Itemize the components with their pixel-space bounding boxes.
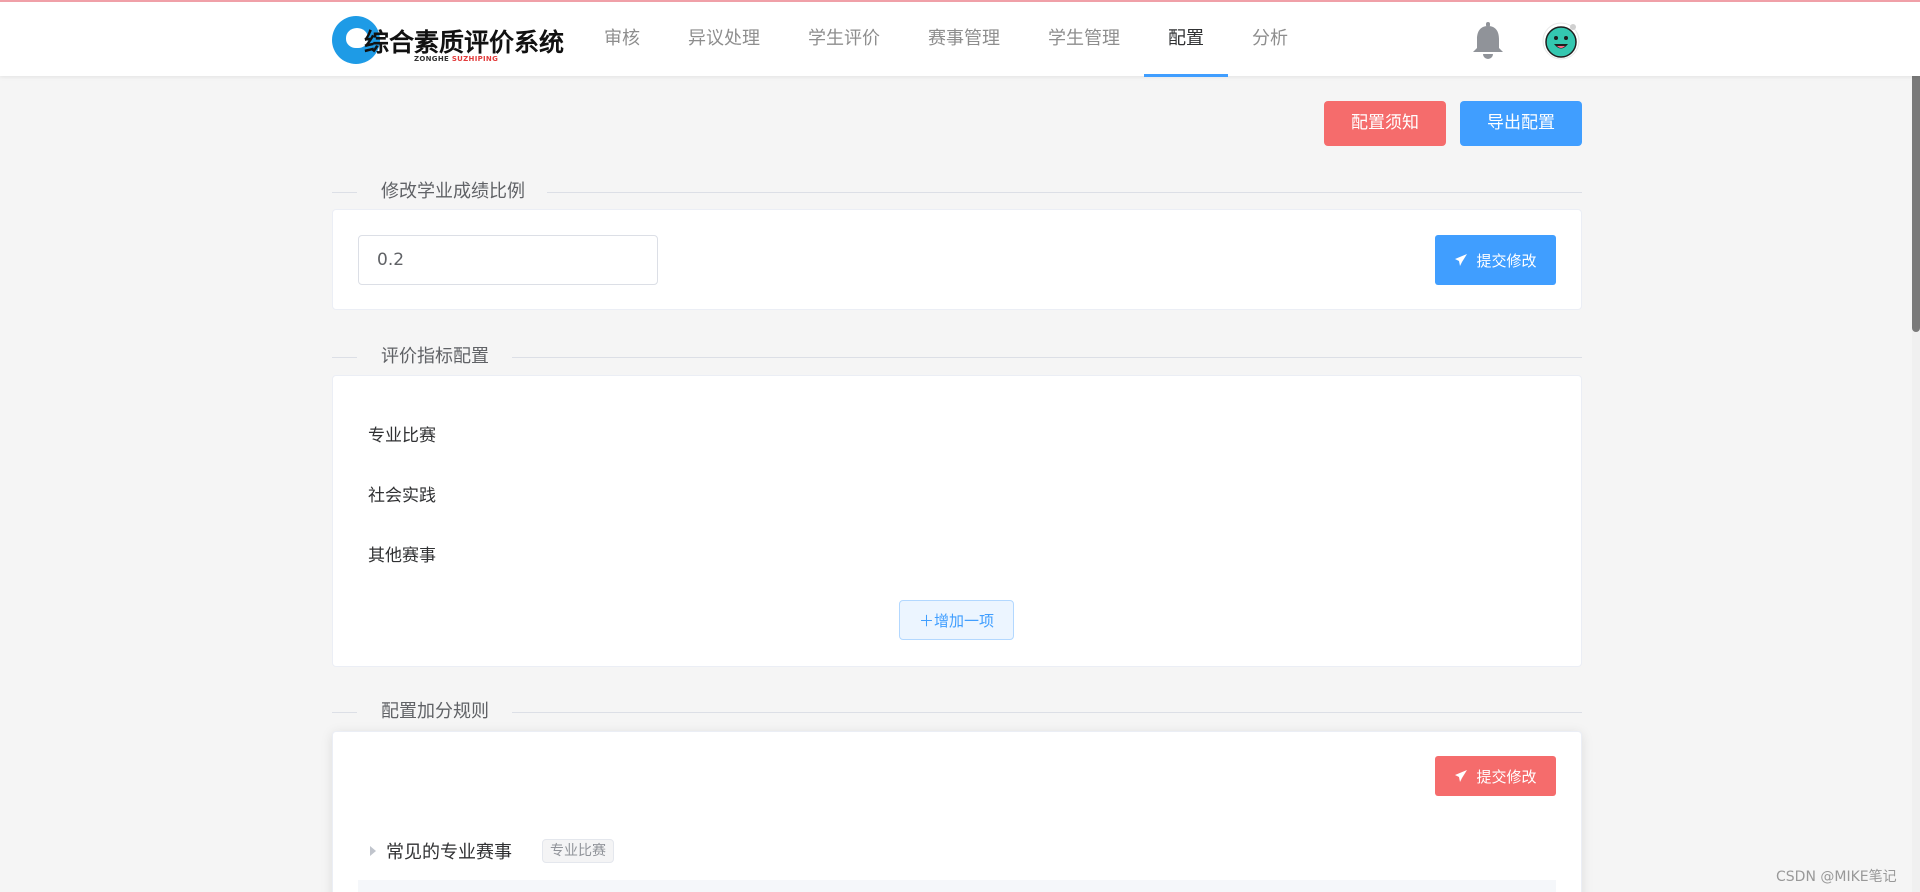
index-config-card: 专业比赛 社会实践 其他赛事 ＋增加一项 (332, 375, 1582, 667)
nav-item-objection[interactable]: 异议处理 (664, 2, 784, 76)
nav-item-analysis[interactable]: 分析 (1228, 2, 1312, 76)
send-icon (1455, 254, 1468, 266)
caret-right-icon (370, 846, 376, 856)
score-ratio-card: 提交修改 (332, 209, 1582, 310)
watermark: CSDN @MIKE笔记 (1776, 869, 1897, 885)
logo-subtitle: ZONGHE SUZHIPING (414, 55, 499, 63)
divider (512, 712, 1582, 713)
submit-rules-button[interactable]: 提交修改 (1435, 756, 1556, 796)
rule-group-body (358, 880, 1556, 892)
user-avatar[interactable] (1542, 22, 1580, 60)
send-icon (1455, 770, 1468, 782)
nav-item-competition-management[interactable]: 赛事管理 (904, 2, 1024, 76)
rule-group-name: 常见的专业赛事 (386, 842, 512, 863)
nav-item-student-evaluation[interactable]: 学生评价 (784, 2, 904, 76)
export-config-button[interactable]: 导出配置 (1460, 101, 1582, 146)
rule-group-tag: 专业比赛 (542, 839, 614, 863)
smiley-avatar-icon (1542, 22, 1580, 60)
submit-ratio-button[interactable]: 提交修改 (1435, 235, 1556, 285)
section-title-index-config: 评价指标配置 (332, 345, 1582, 369)
divider (332, 712, 357, 713)
nav-item-student-management[interactable]: 学生管理 (1024, 2, 1144, 76)
bonus-rules-card: 提交修改 常见的专业赛事 专业比赛 (332, 731, 1582, 892)
index-item: 专业比赛 (368, 426, 436, 446)
app-logo[interactable]: 综合素质评价系统 ZONGHE SUZHIPING (332, 16, 564, 66)
divider (512, 357, 1582, 358)
top-header: 综合素质评价系统 ZONGHE SUZHIPING 审核 异议处理 学生评价 赛… (0, 0, 1920, 77)
divider (332, 357, 357, 358)
index-item: 社会实践 (368, 486, 436, 506)
section-title-bonus-rules: 配置加分规则 (332, 700, 1582, 724)
score-ratio-input[interactable] (358, 235, 658, 285)
add-item-button[interactable]: ＋增加一项 (899, 600, 1014, 640)
index-item: 其他赛事 (368, 546, 436, 566)
config-notice-button[interactable]: 配置须知 (1324, 101, 1446, 146)
nav-item-review[interactable]: 审核 (580, 2, 664, 76)
nav-item-config[interactable]: 配置 (1144, 2, 1228, 77)
bell-icon[interactable] (1470, 22, 1506, 60)
main-nav: 审核 异议处理 学生评价 赛事管理 学生管理 配置 分析 (580, 2, 1312, 77)
divider (332, 192, 357, 193)
divider (547, 192, 1582, 193)
rule-group-header[interactable]: 常见的专业赛事 专业比赛 (370, 838, 614, 864)
logo-title: 综合素质评价系统 (364, 28, 565, 57)
section-title-score-ratio: 修改学业成绩比例 (332, 180, 1582, 204)
